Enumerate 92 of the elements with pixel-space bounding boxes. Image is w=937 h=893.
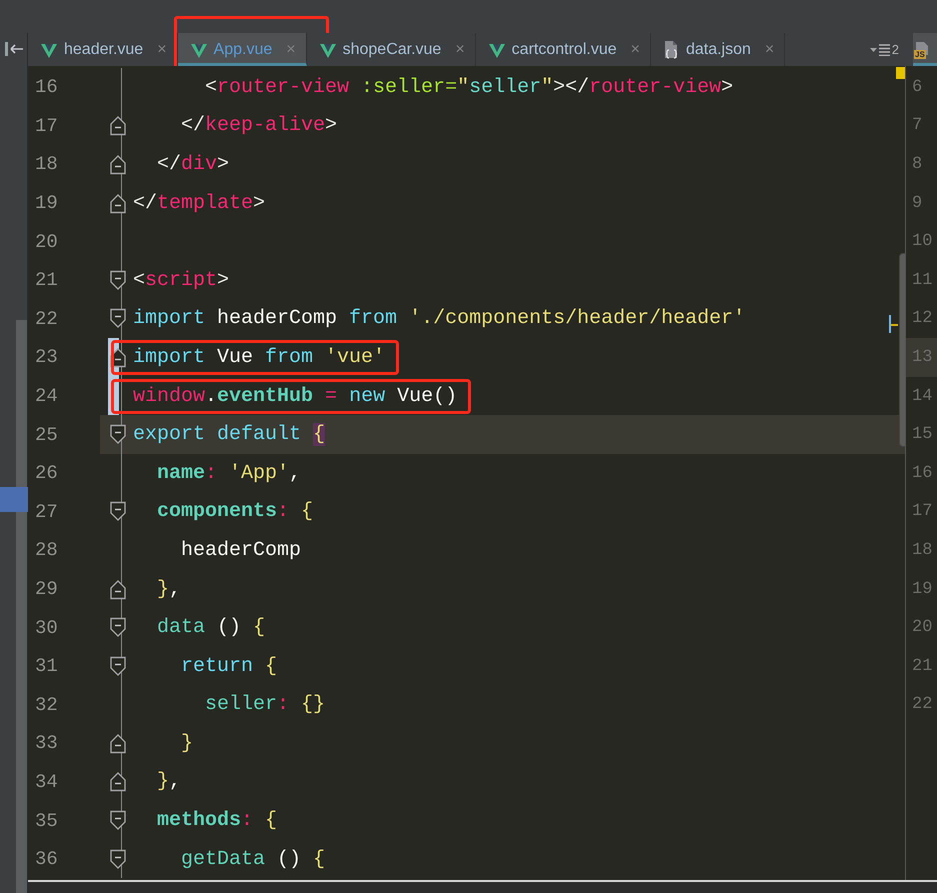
code-line: </template>	[133, 192, 266, 215]
fold-icon[interactable]	[108, 617, 126, 638]
line-number: 26	[34, 462, 59, 484]
line-number: 25	[34, 424, 59, 446]
code-line: methods: {	[156, 809, 278, 832]
arrow-left-icon[interactable]	[3, 39, 24, 59]
fold-icon[interactable]	[108, 771, 126, 792]
fold-icon[interactable]	[108, 270, 126, 291]
editor-tab[interactable]: JS	[913, 33, 937, 66]
code-line: headerComp	[180, 538, 302, 562]
v-icon	[488, 42, 506, 58]
code-line: }	[180, 732, 194, 755]
line-number: 21	[911, 656, 932, 676]
line-number: 27	[34, 500, 59, 523]
line-number: 24	[34, 385, 59, 408]
line-number: 35	[34, 810, 59, 832]
code-line: },	[156, 770, 182, 794]
line-number: 22	[911, 695, 932, 714]
list-icon[interactable]	[878, 44, 890, 56]
line-number: 18	[911, 540, 932, 560]
editor-tab[interactable]: App.vue ×	[178, 33, 307, 66]
file-icon	[662, 40, 680, 60]
line-number: 6	[911, 78, 922, 97]
line-number: 36	[34, 848, 59, 870]
close-icon[interactable]: ×	[455, 40, 465, 58]
fold-icon[interactable]	[108, 810, 126, 832]
line-number: 29	[34, 578, 59, 600]
line-number: 7	[911, 116, 922, 136]
line-number: 22	[34, 308, 59, 330]
code-line: return {	[180, 654, 278, 678]
fold-icon[interactable]	[108, 154, 126, 175]
code-line: export default {	[133, 423, 326, 446]
fold-icon[interactable]	[108, 578, 126, 600]
line-number: 19	[911, 580, 932, 599]
line-number: 16	[34, 76, 59, 98]
line-number: 31	[34, 655, 59, 678]
line-number: 33	[34, 732, 59, 754]
fold-icon[interactable]	[108, 308, 126, 330]
code-line: getData () {	[180, 848, 326, 871]
code-line: },	[156, 578, 182, 601]
code-line: <script>	[133, 268, 230, 292]
v-icon	[40, 42, 58, 58]
line-number: 9	[911, 194, 922, 213]
fold-icon[interactable]	[108, 192, 126, 214]
line-number: 32	[34, 694, 59, 716]
line-number: 10	[911, 232, 932, 252]
tab-count: 2	[892, 42, 899, 57]
line-number: 14	[911, 386, 932, 406]
close-icon[interactable]: ×	[286, 40, 296, 58]
editor-tab[interactable]: shopeCar.vue ×	[306, 33, 476, 66]
code-line: <router-view :seller="seller"></router-view>	[204, 76, 734, 99]
line-number: 28	[34, 539, 59, 562]
code-line: import headerComp from './components/header/header'	[133, 307, 746, 330]
v-icon	[190, 42, 208, 58]
fold-icon[interactable]	[108, 848, 126, 870]
line-number: 17	[911, 502, 932, 522]
line-number: 17	[34, 114, 59, 137]
file-type-badge: JS	[914, 50, 926, 59]
code-line: name: 'App',	[156, 462, 302, 485]
line-number: 23	[34, 346, 59, 368]
code-line: components: {	[156, 500, 314, 524]
close-icon[interactable]: ×	[157, 40, 167, 58]
editor-tab[interactable]: cartcontrol.vue ×	[476, 33, 651, 66]
line-number: 21	[34, 269, 59, 292]
line-number: 12	[911, 309, 932, 328]
line-number: 20	[34, 230, 59, 253]
line-number: 34	[34, 770, 59, 793]
code-line: data () {	[156, 616, 266, 640]
fold-icon[interactable]	[108, 656, 126, 677]
line-number: 16	[911, 464, 932, 483]
fold-icon[interactable]	[108, 732, 126, 754]
fold-icon[interactable]	[108, 501, 126, 522]
caret-icon[interactable]	[870, 48, 877, 52]
line-number: 20	[911, 618, 932, 638]
code-line: </keep-alive>	[180, 114, 338, 138]
line-number: 18	[34, 153, 59, 176]
code-line: window.eventHub = new Vue()	[133, 384, 458, 408]
caret-marker	[889, 315, 891, 333]
close-icon[interactable]: ×	[764, 40, 774, 58]
v-icon	[318, 42, 337, 58]
code-line: </div>	[156, 152, 230, 176]
line-number: 30	[34, 616, 59, 639]
close-icon[interactable]: ×	[630, 40, 640, 58]
fold-icon[interactable]	[108, 115, 126, 136]
scrollbar[interactable]	[16, 320, 27, 893]
line-number: 19	[34, 192, 59, 214]
line-number: 11	[911, 270, 932, 290]
line-number: 8	[911, 154, 922, 174]
tool-window-highlight	[0, 487, 28, 512]
code-line: import Vue from 'vue'	[133, 346, 386, 369]
code-line: seller: {}	[204, 693, 326, 716]
line-number: 15	[911, 425, 932, 444]
